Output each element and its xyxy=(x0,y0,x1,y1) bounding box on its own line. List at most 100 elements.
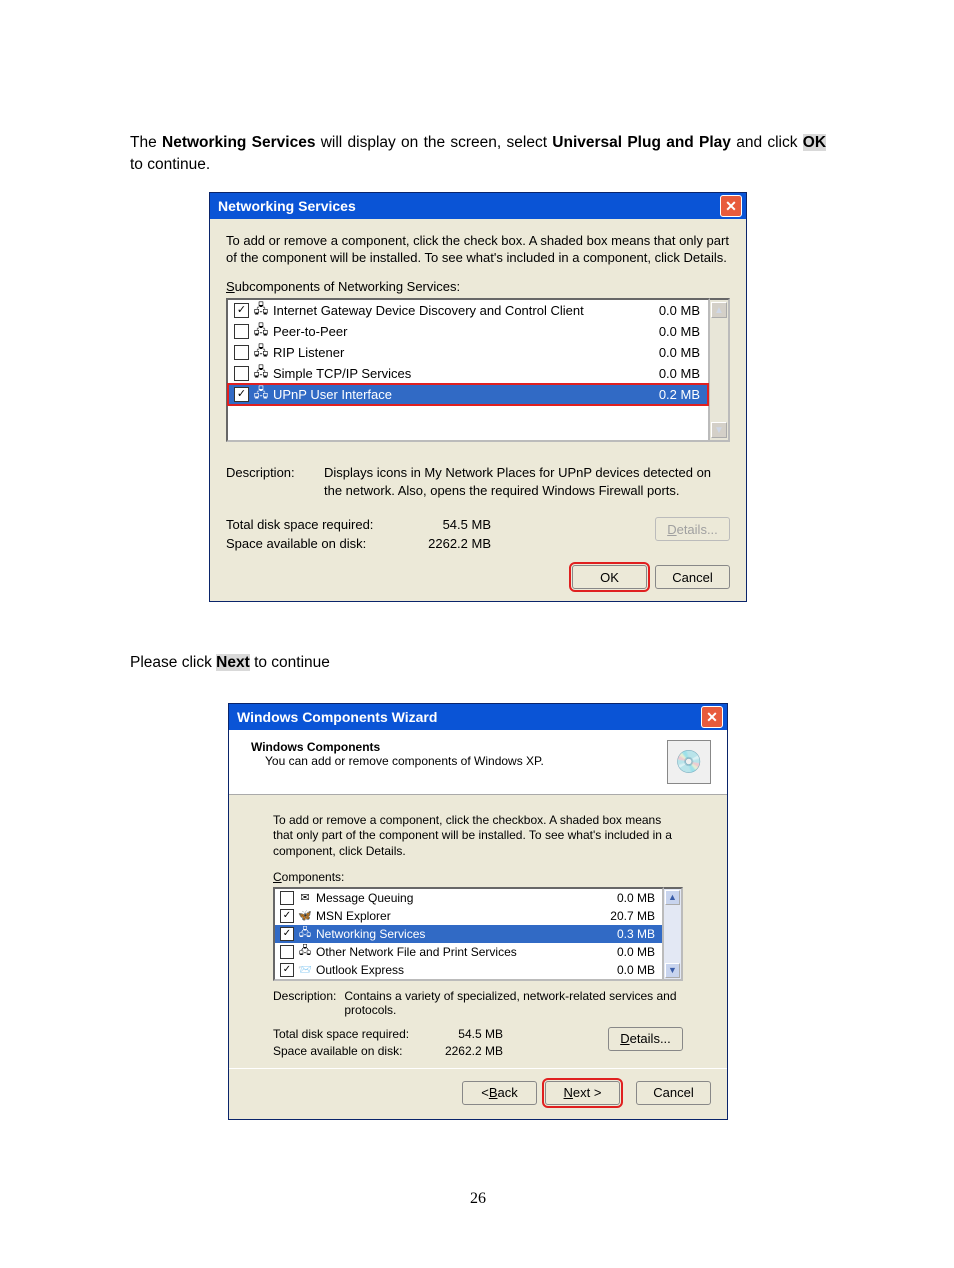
dialog-title-bar: Networking Services ✕ xyxy=(210,193,746,219)
checkbox[interactable]: ✓ xyxy=(234,387,249,402)
subcomponents-label: Subcomponents of Networking Services: xyxy=(226,279,730,294)
item-label: Message Queuing xyxy=(316,891,613,905)
txt-bold: Networking Services xyxy=(162,134,315,151)
avail-space-value: 2262.2 MB xyxy=(433,1044,503,1058)
component-icon: 🦋 xyxy=(298,909,312,923)
item-label: Other Network File and Print Services xyxy=(316,945,613,959)
dialog-explain-text: To add or remove a component, click the … xyxy=(273,813,683,860)
network-component-icon: 🖧 xyxy=(253,345,269,361)
list-item[interactable]: ✓ 📨 Outlook Express 0.0 MB xyxy=(275,961,662,979)
page-number: 26 xyxy=(130,1190,826,1208)
avail-space-label: Space available on disk: xyxy=(273,1044,433,1058)
details-button[interactable]: Details... xyxy=(608,1027,683,1051)
description-value: Contains a variety of specialized, netwo… xyxy=(344,989,683,1017)
scroll-down-icon[interactable]: ▼ xyxy=(665,963,680,978)
component-icon: 🖧 xyxy=(298,927,312,941)
description-value: Displays icons in My Network Places for … xyxy=(324,464,730,499)
checkbox[interactable] xyxy=(234,324,249,339)
txt-highlight: OK xyxy=(803,134,826,151)
txt: to continue xyxy=(250,654,330,671)
txt: and click xyxy=(731,134,803,151)
item-size: 0.2 MB xyxy=(659,387,702,402)
component-icon: 📨 xyxy=(298,963,312,977)
close-button[interactable]: ✕ xyxy=(701,706,723,728)
network-component-icon: 🖧 xyxy=(253,303,269,319)
item-size: 20.7 MB xyxy=(610,909,657,923)
checkbox[interactable] xyxy=(234,366,249,381)
txt: Please click xyxy=(130,654,216,671)
description-label: Description: xyxy=(273,989,336,1017)
network-component-icon: 🖧 xyxy=(253,324,269,340)
instruction-paragraph-2: Please click Next to continue xyxy=(130,652,826,674)
checkbox[interactable]: ✓ xyxy=(280,909,294,923)
total-space-value: 54.5 MB xyxy=(433,1027,503,1041)
cancel-button[interactable]: Cancel xyxy=(636,1081,711,1105)
component-icon: ✉ xyxy=(298,891,312,905)
networking-services-dialog: Networking Services ✕ To add or remove a… xyxy=(209,192,747,602)
scroll-down-icon[interactable]: ▼ xyxy=(711,422,727,438)
checkbox[interactable] xyxy=(280,945,294,959)
close-icon: ✕ xyxy=(725,199,737,213)
txt-highlight: Next xyxy=(216,654,250,671)
scroll-up-icon[interactable]: ▲ xyxy=(665,890,680,905)
description-label: Description: xyxy=(226,464,308,499)
item-size: 0.0 MB xyxy=(617,945,657,959)
list-item[interactable]: ✓ 🦋 MSN Explorer 20.7 MB xyxy=(275,907,662,925)
network-component-icon: 🖧 xyxy=(253,366,269,382)
txt: The xyxy=(130,134,162,151)
close-button[interactable]: ✕ xyxy=(720,195,742,217)
item-size: 0.0 MB xyxy=(659,366,702,381)
list-item[interactable]: 🖧 RIP Listener 0.0 MB xyxy=(228,342,708,363)
list-item[interactable]: 🖧 Simple TCP/IP Services 0.0 MB xyxy=(228,363,708,384)
list-item[interactable]: ✓ 🖧 Networking Services 0.3 MB xyxy=(275,925,662,943)
list-item[interactable]: ✓ 🖧 Internet Gateway Device Discovery and … xyxy=(228,300,708,321)
total-space-label: Total disk space required: xyxy=(273,1027,433,1041)
subcomponents-listbox[interactable]: ✓ 🖧 Internet Gateway Device Discovery and … xyxy=(226,298,710,442)
total-space-label: Total disk space required: xyxy=(226,517,411,532)
item-size: 0.0 MB xyxy=(659,345,702,360)
item-size: 0.0 MB xyxy=(617,963,657,977)
item-label: Outlook Express xyxy=(316,963,613,977)
dialog-title: Windows Components Wizard xyxy=(237,709,437,725)
wizard-header-icon: 💿 xyxy=(667,740,711,784)
checkbox[interactable] xyxy=(234,345,249,360)
scrollbar[interactable]: ▲ ▼ xyxy=(664,887,683,981)
item-label: MSN Explorer xyxy=(316,909,606,923)
checkbox[interactable]: ✓ xyxy=(280,963,294,977)
item-size: 0.3 MB xyxy=(617,927,657,941)
close-icon: ✕ xyxy=(706,710,718,724)
item-size: 0.0 MB xyxy=(617,891,657,905)
components-listbox[interactable]: ✉ Message Queuing 0.0 MB ✓ 🦋 MSN Explorer 20.7… xyxy=(273,887,664,981)
details-button: Details... xyxy=(655,517,730,541)
checkbox[interactable] xyxy=(280,891,294,905)
component-icon: 🖧 xyxy=(298,945,312,959)
ok-button[interactable]: OK xyxy=(572,565,647,589)
item-label: Simple TCP/IP Services xyxy=(273,366,655,381)
checkbox[interactable]: ✓ xyxy=(280,927,294,941)
list-item[interactable]: ✉ Message Queuing 0.0 MB xyxy=(275,889,662,907)
cancel-button[interactable]: Cancel xyxy=(655,565,730,589)
dialog-title: Networking Services xyxy=(218,198,356,214)
item-label: UPnP User Interface xyxy=(273,387,655,402)
list-item[interactable]: 🖧 Peer-to-Peer 0.0 MB xyxy=(228,321,708,342)
instruction-paragraph-1: The Networking Services will display on … xyxy=(130,132,826,177)
item-size: 0.0 MB xyxy=(659,324,702,339)
item-label: RIP Listener xyxy=(273,345,655,360)
txt: to continue. xyxy=(130,156,210,173)
next-button[interactable]: Next > xyxy=(545,1081,620,1105)
item-label: Internet Gateway Device Discovery and Co… xyxy=(273,303,655,318)
dialog-explain-text: To add or remove a component, click the … xyxy=(226,233,730,267)
list-item[interactable]: ✓🖧UPnP User Interface0.2 MB xyxy=(228,384,708,405)
components-label: Components: xyxy=(273,870,683,884)
back-button[interactable]: < Back xyxy=(462,1081,537,1105)
item-label: Peer-to-Peer xyxy=(273,324,655,339)
item-label: Networking Services xyxy=(316,927,613,941)
list-item[interactable]: 🖧 Other Network File and Print Services 0.… xyxy=(275,943,662,961)
txt-bold: Universal Plug and Play xyxy=(552,134,731,151)
total-space-value: 54.5 MB xyxy=(411,517,491,532)
checkbox[interactable]: ✓ xyxy=(234,303,249,318)
scrollbar[interactable]: ▲ ▼ xyxy=(710,298,730,442)
wizard-header-subtitle: You can add or remove components of Wind… xyxy=(265,754,544,768)
wizard-header-title: Windows Components xyxy=(251,740,544,754)
scroll-up-icon[interactable]: ▲ xyxy=(711,302,727,318)
